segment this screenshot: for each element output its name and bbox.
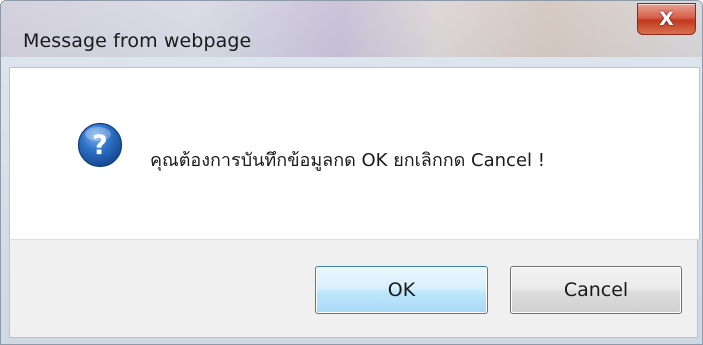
dialog-message: คุณต้องการบันทึกข้อมูลกด OK ยกเลิกกด Can… (150, 150, 545, 171)
svg-text:?: ? (92, 130, 108, 161)
dialog-titlebar[interactable]: Message from webpage X (1, 1, 702, 57)
dialog-footer: OK Cancel (9, 239, 698, 338)
message-dialog: Message from webpage X ? คุณต้องการบันทึ… (0, 0, 703, 345)
dialog-content: ? คุณต้องการบันทึกข้อมูลกด OK ยกเลิกกด C… (9, 67, 700, 240)
cancel-button[interactable]: Cancel (510, 266, 682, 314)
question-icon: ? (77, 122, 123, 168)
close-icon: X (659, 7, 674, 30)
close-button[interactable]: X (637, 3, 696, 35)
dialog-title: Message from webpage (23, 30, 252, 52)
ok-button[interactable]: OK (315, 266, 488, 314)
